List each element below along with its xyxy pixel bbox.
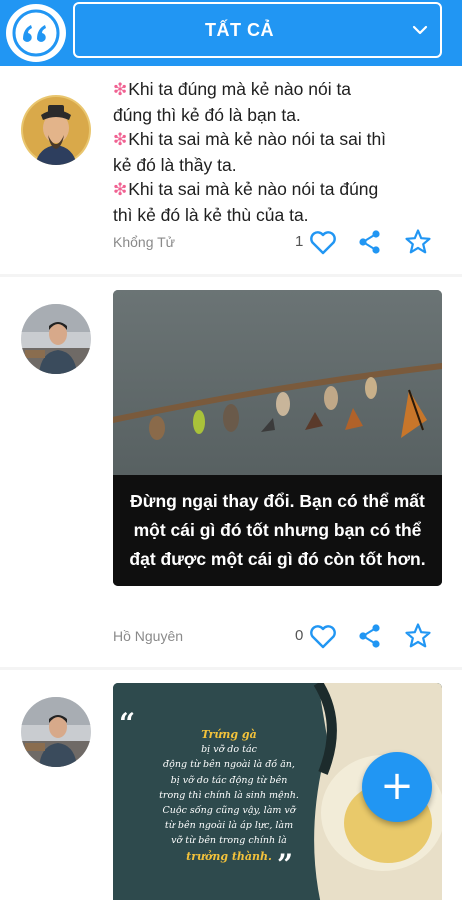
author-name[interactable]: Khổng Tử	[113, 234, 175, 250]
like-count: 1	[295, 233, 304, 250]
quote-image-caption: Đừng ngại thay đổi. Bạn có thể mất một c…	[113, 475, 442, 586]
close-quote-icon: ”	[277, 848, 294, 881]
chevron-down-icon	[412, 25, 428, 35]
quote-post: ❇Khi ta đúng mà kẻ nào nói ta đúng thì k…	[0, 66, 462, 274]
quote-line: thì kẻ đó là kẻ thù của ta.	[113, 204, 309, 225]
like-count: 0	[295, 627, 304, 644]
share-icon[interactable]	[355, 227, 385, 257]
heart-icon[interactable]	[308, 621, 338, 651]
quote-line: ❇Khi ta đúng mà kẻ nào nói ta	[113, 79, 352, 99]
flower-icon: ❇	[113, 180, 128, 200]
quote-image[interactable]: Đừng ngại thay đổi. Bạn có thể mất một c…	[113, 290, 442, 586]
image-post: Đừng ngại thay đổi. Bạn có thể mất một c…	[0, 277, 462, 667]
quote-line: đúng thì kẻ đó là bạn ta.	[113, 104, 301, 125]
author-avatar[interactable]	[21, 697, 91, 767]
author-name[interactable]: Hồ Nguyên	[113, 628, 183, 644]
plus-icon: +	[380, 763, 414, 809]
author-avatar[interactable]	[21, 304, 91, 374]
heart-icon[interactable]	[308, 227, 338, 257]
author-avatar[interactable]	[21, 95, 91, 165]
open-quote-icon: “	[119, 707, 136, 740]
category-filter-label: TẤT CẢ	[205, 20, 274, 40]
star-icon[interactable]	[403, 227, 433, 257]
category-filter-dropdown[interactable]: TẤT CẢ	[73, 2, 442, 58]
app-bar: TẤT CẢ	[0, 0, 462, 66]
quote-image-text: Trứng gà bị vỡ do tác động từ bên ngoài …	[159, 728, 299, 863]
quote-line: ❇Khi ta sai mà kẻ nào nói ta đúng	[113, 179, 379, 200]
flower-icon: ❇	[113, 80, 128, 99]
flower-icon: ❇	[113, 130, 128, 150]
quote-mark-logo-icon[interactable]	[6, 4, 66, 62]
quote-text[interactable]: ❇Khi ta đúng mà kẻ nào nói ta đúng thì k…	[113, 77, 453, 228]
share-icon[interactable]	[355, 621, 385, 651]
star-icon[interactable]	[403, 621, 433, 651]
add-quote-button[interactable]: +	[362, 752, 432, 822]
quote-line: kẻ đó là thầy ta.	[113, 154, 237, 175]
quote-line: ❇Khi ta sai mà kẻ nào nói ta sai thì	[113, 129, 387, 150]
